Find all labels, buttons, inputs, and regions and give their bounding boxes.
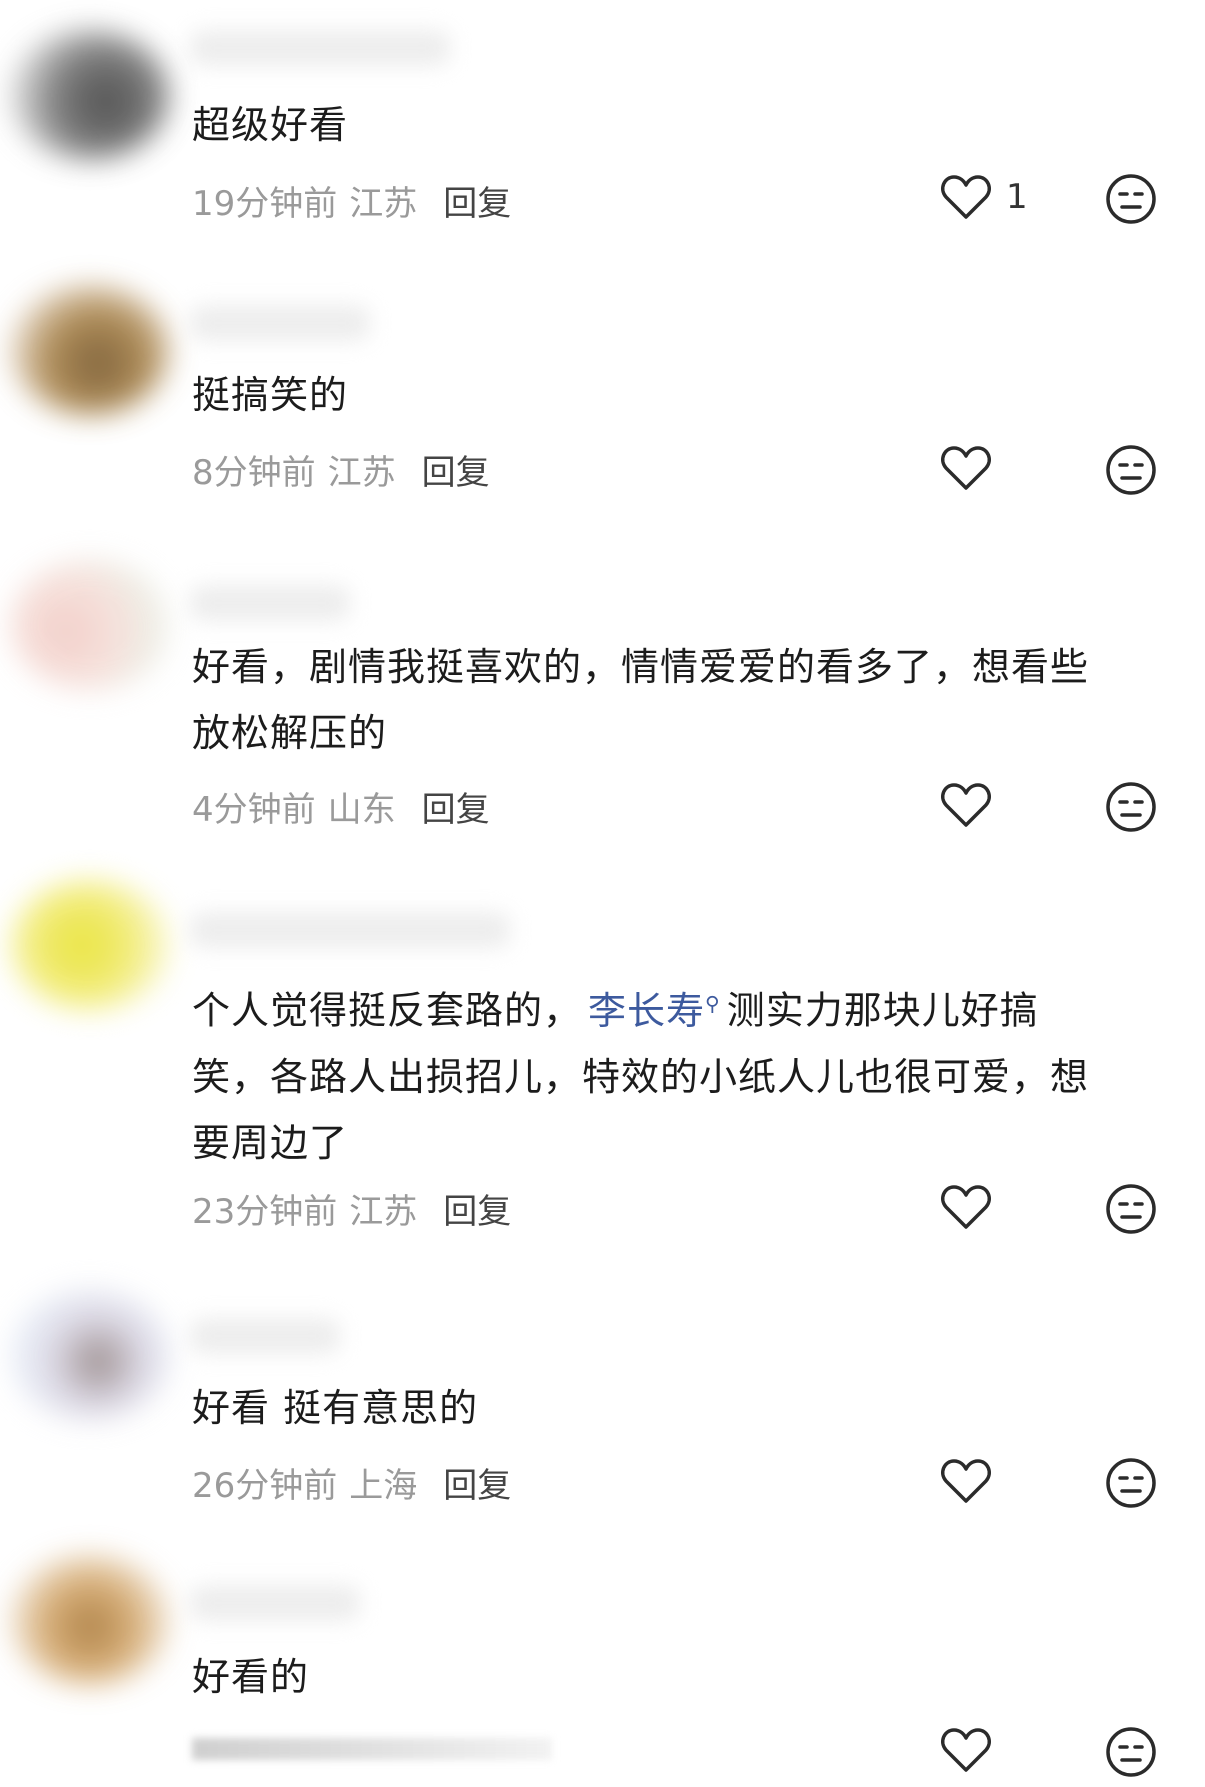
comment-time: 23分钟前 <box>192 1192 338 1232</box>
comment-meta: 4分钟前 山东 回复 <box>192 782 490 831</box>
dislike-button[interactable] <box>1105 444 1157 496</box>
comment-time: 26分钟前 <box>192 1466 338 1506</box>
like-button[interactable] <box>940 1183 992 1231</box>
reply-button[interactable]: 回复 <box>422 453 490 493</box>
avatar[interactable] <box>10 30 170 160</box>
neutral-face-icon <box>1106 1184 1156 1234</box>
avatar[interactable] <box>10 285 170 415</box>
comment-time: 8分钟前 <box>192 453 316 493</box>
search-icon: ⚲ <box>705 991 721 1015</box>
neutral-face-icon <box>1106 1727 1156 1777</box>
comment-meta: 8分钟前 江苏 回复 <box>192 445 490 494</box>
dislike-button[interactable] <box>1105 1457 1157 1509</box>
mention-link[interactable]: 李长寿⚲ <box>582 989 727 1033</box>
like-button[interactable]: 1 <box>940 173 1028 221</box>
comment-location: 山东 <box>327 790 396 830</box>
username[interactable] <box>190 305 370 341</box>
comment-text-segment: 测实力那块儿好搞 <box>726 988 1039 1033</box>
comment-text: 好看，剧情我挺喜欢的，情情爱爱的看多了，想看些 放松解压的 <box>192 634 1162 766</box>
avatar[interactable] <box>10 560 170 690</box>
like-button[interactable] <box>940 1726 992 1774</box>
neutral-face-icon <box>1106 445 1156 495</box>
username[interactable] <box>190 585 350 621</box>
username[interactable] <box>190 30 450 66</box>
dislike-button[interactable] <box>1105 1183 1157 1235</box>
heart-outline-icon <box>941 1459 991 1503</box>
comment-text-line: 好看，剧情我挺喜欢的，情情爱爱的看多了，想看些 <box>192 645 1090 689</box>
comment-meta: 26分钟前 上海 回复 <box>192 1458 511 1507</box>
username[interactable] <box>190 912 510 948</box>
comment-time: 4分钟前 <box>192 790 316 830</box>
comment-text: 个人觉得挺反套路的， 李长寿⚲ 测实力那块儿好搞笑，各路人出损招儿，特效的小纸人儿也… <box>192 970 1162 1176</box>
heart-outline-icon <box>941 1728 991 1772</box>
comment-location: 江苏 <box>349 184 418 224</box>
neutral-face-icon <box>1106 1458 1156 1508</box>
reply-button[interactable]: 回复 <box>443 1192 511 1232</box>
neutral-face-icon <box>1106 782 1156 832</box>
comment-text: 好看 挺有意思的 <box>192 1386 479 1430</box>
username[interactable] <box>190 1318 340 1354</box>
comment-text-line: 放松解压的 <box>192 711 388 755</box>
dislike-button[interactable] <box>1105 1726 1157 1778</box>
avatar[interactable] <box>10 1555 170 1685</box>
avatar[interactable] <box>10 1290 170 1420</box>
mention-label: 李长寿 <box>588 988 706 1033</box>
dislike-button[interactable] <box>1105 781 1157 833</box>
heart-outline-icon <box>941 446 991 490</box>
like-count: 1 <box>1006 177 1028 217</box>
comment-text-line: 要周边了 <box>192 1120 349 1165</box>
reply-button[interactable]: 回复 <box>443 184 511 224</box>
like-button[interactable] <box>940 781 992 829</box>
like-button[interactable] <box>940 1457 992 1505</box>
comment-text: 挺搞笑的 <box>192 373 349 417</box>
reply-button[interactable]: 回复 <box>422 790 490 830</box>
comment-location: 上海 <box>349 1466 418 1506</box>
reply-button[interactable]: 回复 <box>443 1466 511 1506</box>
heart-outline-icon <box>941 783 991 827</box>
comment-text: 超级好看 <box>192 103 349 147</box>
like-button[interactable] <box>940 444 992 492</box>
comment-text-line: 笑，各路人出损招儿，特效的小纸人儿也很可爱，想 <box>192 1054 1090 1099</box>
comment-location: 江苏 <box>349 1192 418 1232</box>
comment-meta: 23分钟前 江苏 回复 <box>192 1184 511 1233</box>
comment-time: 19分钟前 <box>192 184 338 224</box>
avatar[interactable] <box>10 880 170 1010</box>
username[interactable] <box>190 1585 360 1621</box>
comment-meta <box>192 1738 552 1760</box>
heart-outline-icon <box>941 175 991 219</box>
neutral-face-icon <box>1106 174 1156 224</box>
comment-text-segment: 个人觉得挺反套路的， <box>192 988 583 1033</box>
dislike-button[interactable] <box>1105 173 1157 225</box>
comment-location: 江苏 <box>327 453 396 493</box>
comment-text: 好看的 <box>192 1655 310 1699</box>
heart-outline-icon <box>941 1185 991 1229</box>
comment-meta: 19分钟前 江苏 回复 <box>192 176 511 225</box>
